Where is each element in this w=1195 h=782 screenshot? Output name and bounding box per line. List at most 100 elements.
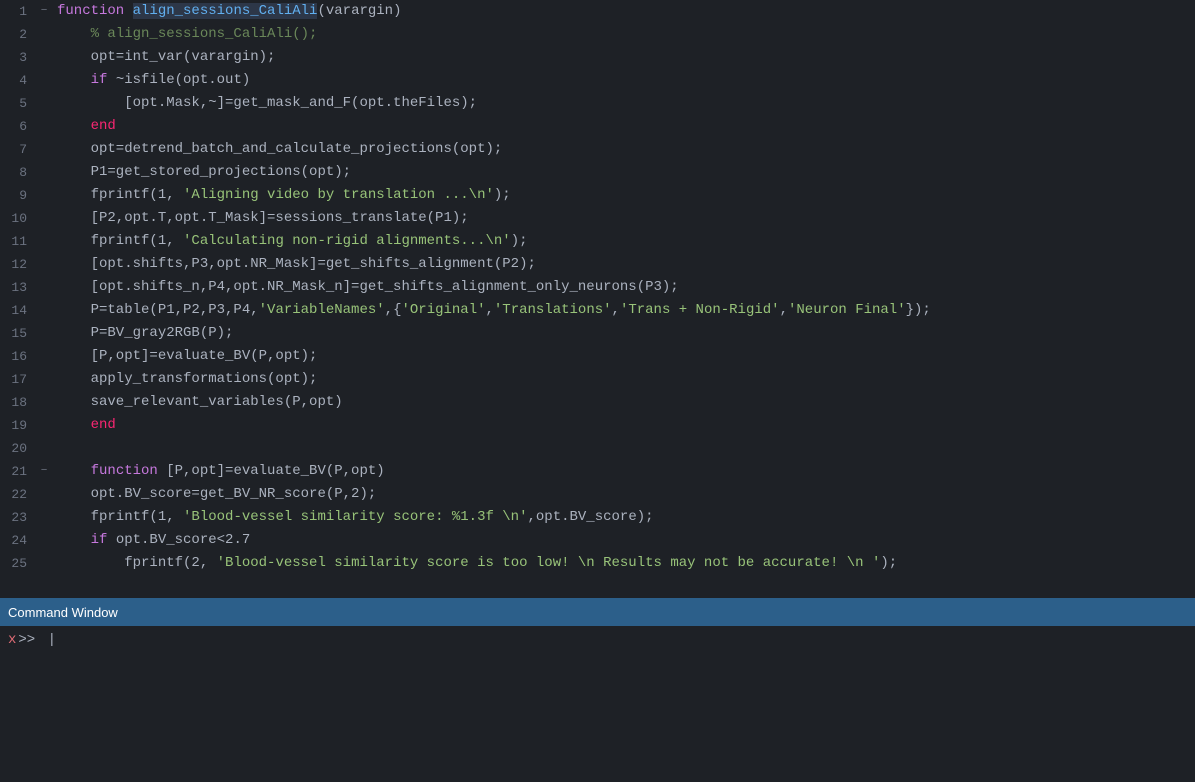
line-gutter: 1− xyxy=(0,0,53,23)
code-line: 21− function [P,opt]=evaluate_BV(P,opt) xyxy=(0,460,1195,483)
line-number: 22 xyxy=(0,483,35,506)
code-line: 8 P1=get_stored_projections(opt); xyxy=(0,161,1195,184)
command-window-body[interactable]: x >> | xyxy=(0,626,1195,782)
code-content: opt=detrend_batch_and_calculate_projecti… xyxy=(53,138,1195,161)
code-content: end xyxy=(53,414,1195,437)
code-line: 3 opt=int_var(varargin); xyxy=(0,46,1195,69)
code-line: 12 [opt.shifts,P3,opt.NR_Mask]=get_shift… xyxy=(0,253,1195,276)
prompt-arrows: >> xyxy=(18,632,35,648)
code-line: 16 [P,opt]=evaluate_BV(P,opt); xyxy=(0,345,1195,368)
line-gutter: 15 xyxy=(0,322,53,345)
line-gutter: 9 xyxy=(0,184,53,207)
line-number: 7 xyxy=(0,138,35,161)
command-window-title: Command Window xyxy=(8,605,118,620)
code-content: [opt.shifts_n,P4,opt.NR_Mask_n]=get_shif… xyxy=(53,276,1195,299)
code-editor[interactable]: 1−function align_sessions_CaliAli(vararg… xyxy=(0,0,1195,598)
line-gutter: 22 xyxy=(0,483,53,506)
line-gutter: 17 xyxy=(0,368,53,391)
line-gutter: 10 xyxy=(0,207,53,230)
code-line: 9 fprintf(1, 'Aligning video by translat… xyxy=(0,184,1195,207)
line-number: 17 xyxy=(0,368,35,391)
line-number: 8 xyxy=(0,161,35,184)
code-content: function align_sessions_CaliAli(varargin… xyxy=(53,0,1195,23)
line-gutter: 5 xyxy=(0,92,53,115)
line-gutter: 2 xyxy=(0,23,53,46)
line-gutter: 20 xyxy=(0,437,53,460)
code-content: apply_transformations(opt); xyxy=(53,368,1195,391)
line-gutter: 14 xyxy=(0,299,53,322)
code-content: function [P,opt]=evaluate_BV(P,opt) xyxy=(53,460,1195,483)
code-content: if ~isfile(opt.out) xyxy=(53,69,1195,92)
line-gutter: 6 xyxy=(0,115,53,138)
code-line: 19 end xyxy=(0,414,1195,437)
code-line: 14 P=table(P1,P2,P3,P4,'VariableNames',{… xyxy=(0,299,1195,322)
line-number: 21 xyxy=(0,460,35,483)
line-gutter: 3 xyxy=(0,46,53,69)
code-content: [P2,opt.T,opt.T_Mask]=sessions_translate… xyxy=(53,207,1195,230)
line-number: 11 xyxy=(0,230,35,253)
code-content: fprintf(1, 'Aligning video by translatio… xyxy=(53,184,1195,207)
code-content: P=BV_gray2RGB(P); xyxy=(53,322,1195,345)
line-number: 10 xyxy=(0,207,35,230)
fold-indicator[interactable]: − xyxy=(35,460,53,483)
command-window-header: Command Window xyxy=(0,598,1195,626)
line-gutter: 24 xyxy=(0,529,53,552)
line-gutter: 8 xyxy=(0,161,53,184)
line-number: 3 xyxy=(0,46,35,69)
code-line: 6 end xyxy=(0,115,1195,138)
code-content: P=table(P1,P2,P3,P4,'VariableNames',{'Or… xyxy=(53,299,1195,322)
code-content: opt.BV_score=get_BV_NR_score(P,2); xyxy=(53,483,1195,506)
code-content: fprintf(2, 'Blood-vessel similarity scor… xyxy=(53,552,1195,575)
code-line: 5 [opt.Mask,~]=get_mask_and_F(opt.theFil… xyxy=(0,92,1195,115)
code-content: P1=get_stored_projections(opt); xyxy=(53,161,1195,184)
code-line: 22 opt.BV_score=get_BV_NR_score(P,2); xyxy=(0,483,1195,506)
code-line: 25 fprintf(2, 'Blood-vessel similarity s… xyxy=(0,552,1195,575)
code-line: 20 xyxy=(0,437,1195,460)
line-number: 13 xyxy=(0,276,35,299)
code-content: [opt.Mask,~]=get_mask_and_F(opt.theFiles… xyxy=(53,92,1195,115)
code-line: 11 fprintf(1, 'Calculating non-rigid ali… xyxy=(0,230,1195,253)
line-number: 16 xyxy=(0,345,35,368)
code-content: fprintf(1, 'Calculating non-rigid alignm… xyxy=(53,230,1195,253)
line-number: 5 xyxy=(0,92,35,115)
line-gutter: 25 xyxy=(0,552,53,575)
line-number: 18 xyxy=(0,391,35,414)
line-gutter: 19 xyxy=(0,414,53,437)
code-content: save_relevant_variables(P,opt) xyxy=(53,391,1195,414)
code-content: % align_sessions_CaliAli(); xyxy=(53,23,1195,46)
line-gutter: 7 xyxy=(0,138,53,161)
fold-indicator[interactable]: − xyxy=(35,0,53,23)
code-line: 7 opt=detrend_batch_and_calculate_projec… xyxy=(0,138,1195,161)
line-number: 4 xyxy=(0,69,35,92)
line-gutter: 18 xyxy=(0,391,53,414)
line-number: 9 xyxy=(0,184,35,207)
prompt-x: x xyxy=(8,632,16,648)
line-gutter: 11 xyxy=(0,230,53,253)
code-line: 15 P=BV_gray2RGB(P); xyxy=(0,322,1195,345)
code-line: 4 if ~isfile(opt.out) xyxy=(0,69,1195,92)
code-content: [opt.shifts,P3,opt.NR_Mask]=get_shifts_a… xyxy=(53,253,1195,276)
line-number: 14 xyxy=(0,299,35,322)
line-gutter: 4 xyxy=(0,69,53,92)
line-gutter: 16 xyxy=(0,345,53,368)
line-number: 23 xyxy=(0,506,35,529)
line-number: 20 xyxy=(0,437,35,460)
code-line: 24 if opt.BV_score<2.7 xyxy=(0,529,1195,552)
code-line: 13 [opt.shifts_n,P4,opt.NR_Mask_n]=get_s… xyxy=(0,276,1195,299)
line-number: 12 xyxy=(0,253,35,276)
code-line: 17 apply_transformations(opt); xyxy=(0,368,1195,391)
line-number: 1 xyxy=(0,0,35,23)
code-content: end xyxy=(53,115,1195,138)
line-number: 19 xyxy=(0,414,35,437)
code-line: 1−function align_sessions_CaliAli(vararg… xyxy=(0,0,1195,23)
line-gutter: 21− xyxy=(0,460,53,483)
line-gutter: 23 xyxy=(0,506,53,529)
line-gutter: 12 xyxy=(0,253,53,276)
cursor: | xyxy=(39,632,56,648)
line-number: 15 xyxy=(0,322,35,345)
code-line: 2 % align_sessions_CaliAli(); xyxy=(0,23,1195,46)
code-content: fprintf(1, 'Blood-vessel similarity scor… xyxy=(53,506,1195,529)
code-line: 10 [P2,opt.T,opt.T_Mask]=sessions_transl… xyxy=(0,207,1195,230)
code-line: 23 fprintf(1, 'Blood-vessel similarity s… xyxy=(0,506,1195,529)
line-gutter: 13 xyxy=(0,276,53,299)
